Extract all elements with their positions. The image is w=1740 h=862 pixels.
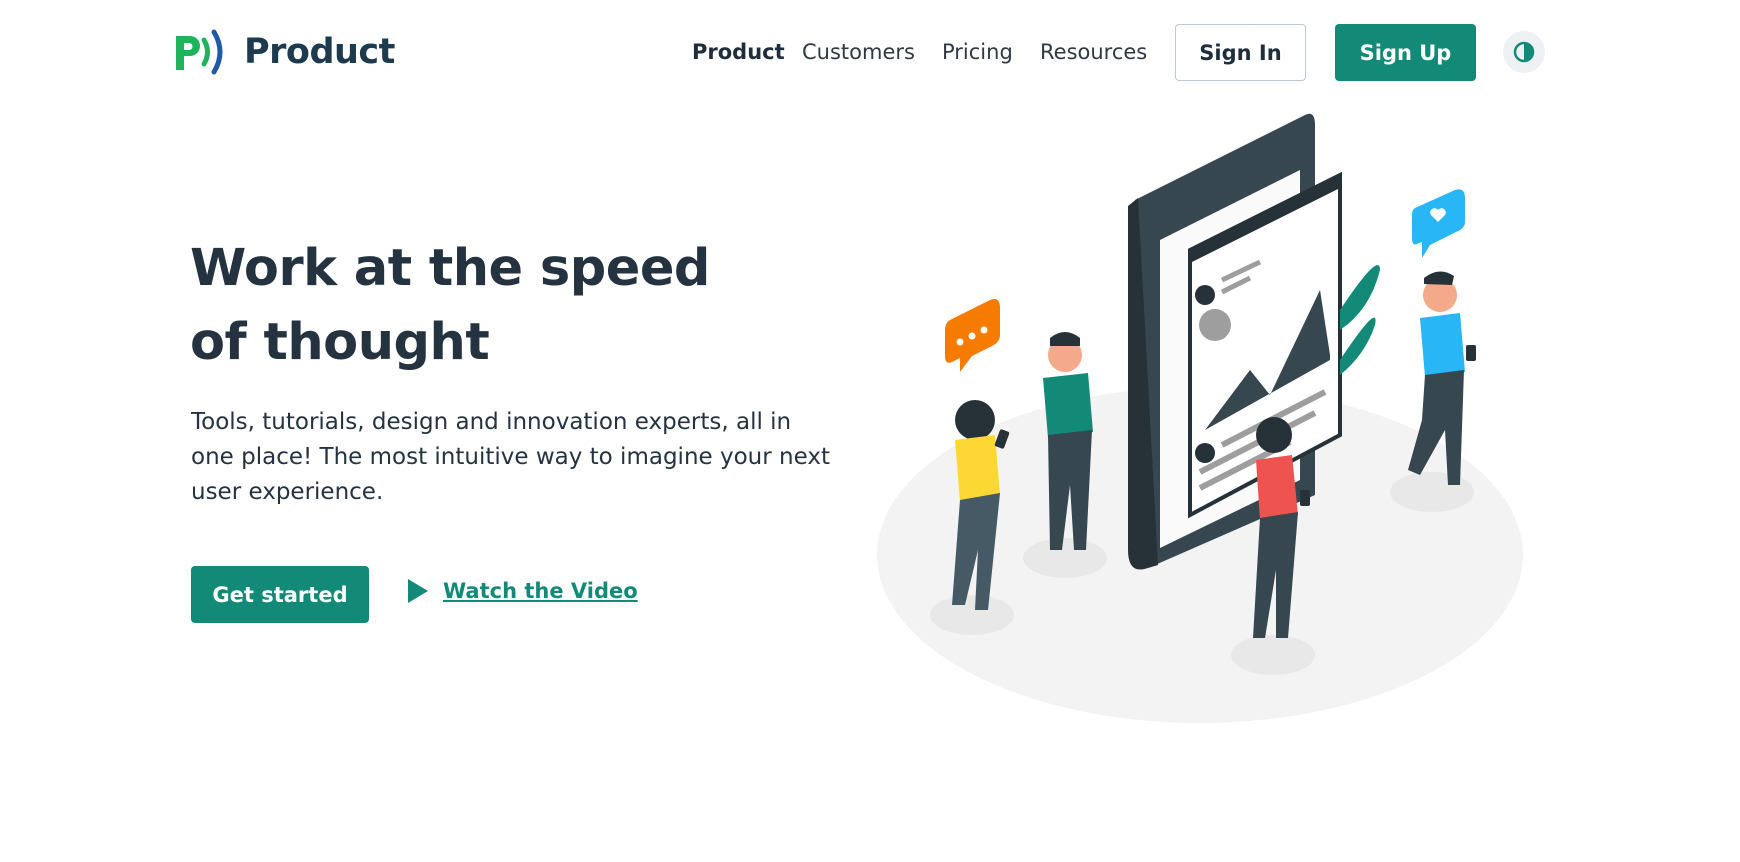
logo-text: Product xyxy=(244,32,395,72)
theme-toggle-button[interactable] xyxy=(1503,31,1545,73)
get-started-button[interactable]: Get started xyxy=(191,566,369,623)
nav-pricing[interactable]: Pricing xyxy=(942,40,1013,64)
play-icon xyxy=(408,579,428,603)
hero-title-line-1: Work at the speed xyxy=(190,239,710,298)
watch-video-link[interactable]: Watch the Video xyxy=(406,578,638,604)
watch-video-label: Watch the Video xyxy=(443,579,638,603)
hero-subtitle: Tools, tutorials, design and innovation … xyxy=(191,409,830,505)
sign-up-button[interactable]: Sign Up xyxy=(1335,24,1476,81)
logo-icon xyxy=(176,29,223,75)
hero-title: Work at the speed of thought xyxy=(190,232,750,380)
nav-customers[interactable]: Customers xyxy=(802,40,915,64)
brand-logo[interactable]: Product xyxy=(174,28,395,76)
sign-in-button[interactable]: Sign In xyxy=(1175,24,1306,81)
hero-illustration xyxy=(877,113,1523,723)
nav-product[interactable]: Product xyxy=(692,40,785,64)
contrast-icon xyxy=(1513,41,1535,63)
hero-title-line-2: of thought xyxy=(190,313,490,372)
top-navbar: Product Product Customers Pricing Resour… xyxy=(0,0,1740,106)
nav-resources[interactable]: Resources xyxy=(1040,40,1147,64)
